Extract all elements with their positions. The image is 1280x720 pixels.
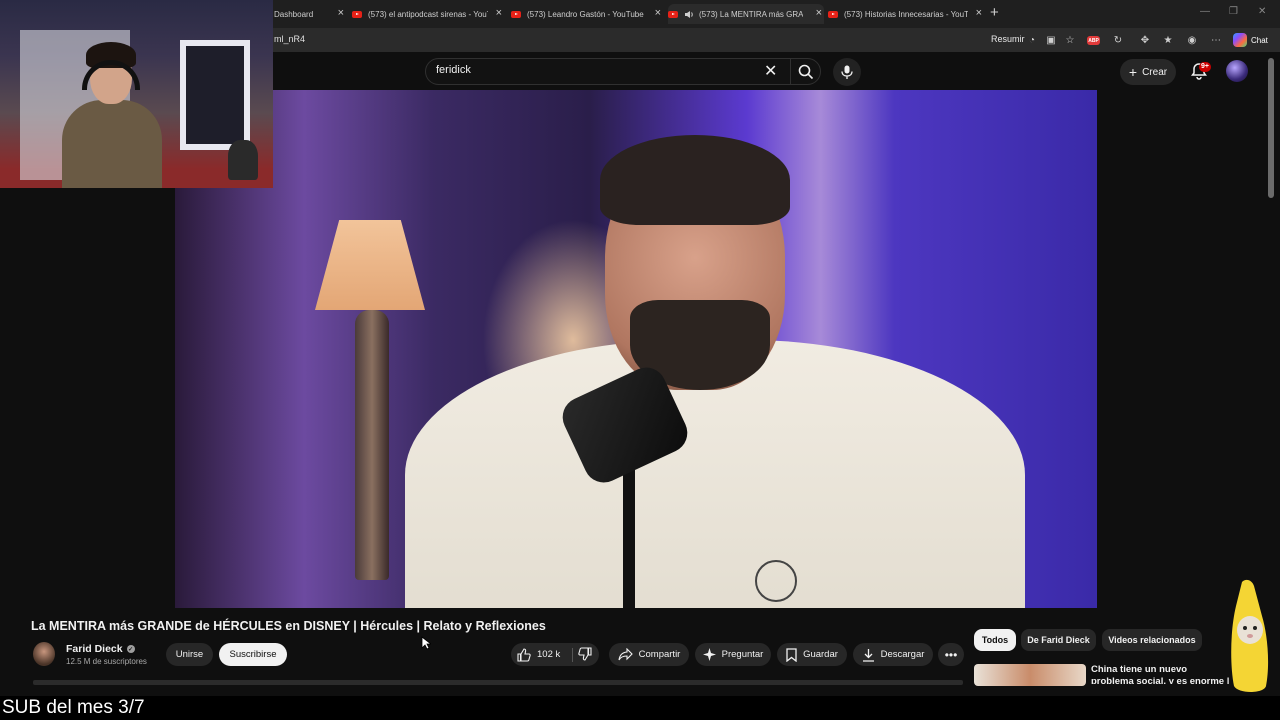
tab-close-icon[interactable]: × — [816, 7, 822, 19]
ask-button[interactable]: Preguntar — [695, 643, 771, 666]
refresh-icon[interactable]: ↻ — [1111, 33, 1125, 47]
tab-leandro-gaston[interactable]: (573) Leandro Gastón - YouTube × — [511, 4, 663, 24]
tab-title: (573) La MENTIRA más GRANDE — [699, 9, 803, 19]
new-tab-button[interactable]: + — [990, 4, 999, 21]
chip-todos[interactable]: Todos — [974, 629, 1016, 651]
youtube-favicon-icon — [352, 10, 362, 18]
channel-name-text: Farid Dieck — [66, 643, 123, 655]
mic-arm — [623, 470, 635, 608]
like-divider — [572, 648, 573, 662]
person-hair — [600, 135, 790, 225]
sub-goal-overlay: SUB del mes 3/7 — [0, 696, 1280, 720]
menu-dots-icon[interactable]: ⋯ — [1209, 33, 1223, 47]
tab-close-icon[interactable]: × — [338, 7, 344, 19]
copilot-chat-button[interactable]: Chat — [1233, 32, 1268, 48]
chip-de-farid-dieck[interactable]: De Farid Dieck — [1021, 629, 1096, 651]
dislike-button[interactable] — [578, 647, 592, 666]
save-label: Guardar — [803, 649, 838, 660]
tab-title: (573) el antipodcast sirenas - YouTube — [368, 9, 488, 19]
bookmark-icon — [786, 647, 797, 662]
account-avatar[interactable] — [1226, 60, 1248, 82]
shirt-logo — [755, 560, 797, 602]
tab-close-icon[interactable]: × — [655, 7, 661, 19]
sub-goal-text: SUB del mes 3/7 — [2, 697, 145, 718]
page-scrollbar[interactable] — [1268, 58, 1274, 198]
resumir-button[interactable]: Resumir — [991, 34, 1025, 44]
adblock-icon[interactable]: ABP — [1087, 36, 1100, 45]
profile-icon[interactable]: ◉ — [1185, 33, 1199, 47]
tab-close-icon[interactable]: × — [976, 7, 982, 19]
description-box-edge — [33, 680, 963, 685]
thumbs-up-icon — [517, 647, 531, 662]
tab-antipodcast[interactable]: (573) el antipodcast sirenas - YouTube × — [352, 4, 504, 24]
reader-icon[interactable]: ▣ — [1044, 33, 1058, 47]
more-actions-button[interactable]: ••• — [938, 643, 964, 666]
search-icon — [798, 64, 813, 79]
plus-icon: + — [1128, 64, 1138, 80]
video-player[interactable] — [175, 90, 1097, 608]
tab-close-icon[interactable]: × — [496, 7, 502, 19]
subscribe-button[interactable]: Suscribirse — [219, 643, 287, 666]
audio-playing-icon[interactable] — [684, 10, 694, 19]
tab-dashboard[interactable]: Dashboard × — [274, 4, 346, 24]
mouse-cursor-icon — [421, 636, 431, 650]
close-window-icon[interactable]: ✕ — [1258, 6, 1266, 17]
copilot-icon — [1233, 33, 1247, 47]
streamer-body — [62, 100, 162, 188]
create-label: Crear — [1142, 66, 1168, 78]
like-button[interactable]: 102 k — [517, 647, 561, 662]
youtube-favicon-icon — [828, 10, 838, 18]
chat-label: Chat — [1251, 35, 1268, 45]
tab-title: (573) Leandro Gastón - YouTube — [527, 9, 644, 19]
banana-cat-sticker — [1231, 579, 1269, 692]
summary-icon[interactable]: ◔ — [1025, 33, 1039, 47]
minimize-icon[interactable]: — — [1200, 6, 1210, 17]
extensions-icon[interactable]: ✥ — [1138, 33, 1152, 47]
address-bar[interactable]: ml_nR4 — [274, 34, 305, 44]
lamp-shade — [315, 220, 425, 310]
create-button[interactable]: + Crear — [1120, 59, 1176, 85]
chip-videos-relacionados[interactable]: Videos relacionados — [1102, 629, 1202, 651]
share-label: Compartir — [638, 649, 681, 660]
verified-icon: ✓ — [126, 645, 135, 653]
related-video-thumbnail[interactable] — [974, 664, 1086, 686]
webcam-figurine — [228, 140, 258, 180]
streamer-webcam — [0, 0, 273, 188]
webcam-window — [180, 40, 250, 150]
favorites-icon[interactable]: ★ — [1161, 33, 1175, 47]
like-count: 102 k — [537, 649, 561, 660]
tab-current-video[interactable]: (573) La MENTIRA más GRANDE × — [668, 4, 824, 24]
search-box: ✕ — [425, 58, 821, 85]
lamp-base — [355, 310, 389, 580]
tab-title: Dashboard — [274, 9, 314, 19]
ask-label: Preguntar — [721, 649, 764, 660]
search-input[interactable] — [436, 64, 736, 76]
sparkle-icon — [702, 648, 716, 661]
join-button[interactable]: Unirse — [166, 643, 213, 666]
bookmark-star-icon[interactable]: ☆ — [1063, 33, 1077, 47]
voice-search-button[interactable] — [833, 58, 861, 86]
screen: Dashboard × (573) el antipodcast sirenas… — [0, 0, 1280, 720]
share-arrow-icon — [618, 648, 633, 661]
download-button[interactable]: Descargar — [853, 643, 933, 666]
share-button[interactable]: Compartir — [609, 643, 689, 666]
microphone-icon — [841, 65, 853, 79]
download-icon — [862, 648, 874, 662]
maximize-icon[interactable]: ❐ — [1229, 6, 1238, 17]
subscriber-count: 12.5 M de suscriptores — [66, 657, 147, 666]
clear-search-icon[interactable]: ✕ — [764, 61, 777, 81]
youtube-favicon-icon — [668, 10, 678, 18]
video-title: La MENTIRA más GRANDE de HÉRCULES en DIS… — [31, 619, 546, 633]
youtube-favicon-icon — [511, 10, 521, 18]
channel-name[interactable]: Farid Dieck ✓ — [66, 643, 135, 655]
search-button[interactable] — [790, 59, 820, 84]
thumbs-down-icon — [578, 647, 592, 661]
tab-title: (573) Historias Innecesarias - YouTube — [844, 9, 968, 19]
tab-historias-innecesarias[interactable]: (573) Historias Innecesarias - YouTube × — [828, 4, 984, 24]
save-button[interactable]: Guardar — [777, 643, 847, 666]
download-label: Descargar — [880, 649, 925, 660]
related-video-title[interactable]: China tiene un nuevo problema social, y … — [1091, 664, 1231, 684]
channel-avatar[interactable] — [33, 642, 55, 666]
notification-badge: 9+ — [1199, 62, 1211, 72]
